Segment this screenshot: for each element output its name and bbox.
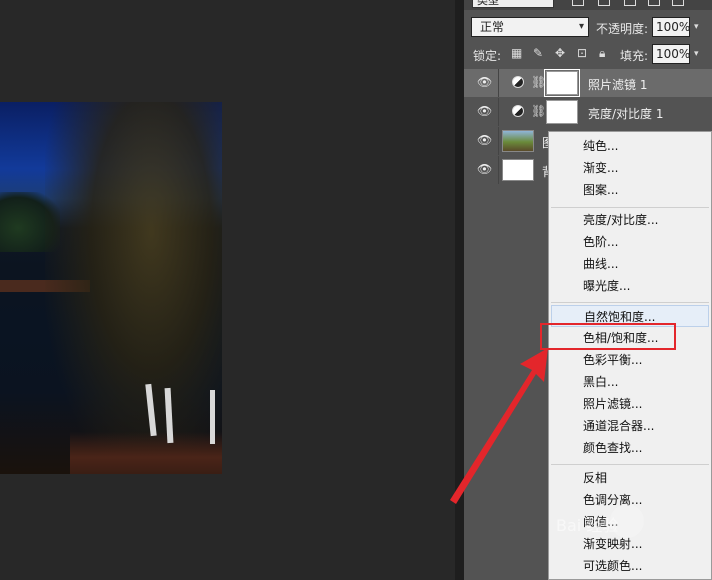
- menu-divider: [551, 464, 709, 465]
- divider: [498, 69, 499, 97]
- artboard-icon[interactable]: ⊡: [577, 47, 589, 59]
- highlight-box: [540, 323, 676, 350]
- eye-icon[interactable]: 👁︎: [477, 134, 492, 146]
- menu-item-solid-color[interactable]: 纯色...: [549, 135, 711, 157]
- opacity-value: 100%: [656, 20, 691, 34]
- adjustment-layer-icon: [512, 105, 524, 117]
- divider: [498, 127, 499, 155]
- fill-input[interactable]: 100%: [652, 44, 690, 64]
- tree-trunk: [210, 390, 215, 444]
- link-icon[interactable]: ⛓︎: [531, 75, 546, 89]
- photo-image: [0, 102, 222, 474]
- opacity-label: 不透明度:: [596, 22, 649, 36]
- link-icon[interactable]: ⛓︎: [531, 104, 546, 118]
- layer-mask-thumbnail[interactable]: [546, 100, 578, 124]
- ground: [70, 432, 222, 474]
- eye-icon[interactable]: 👁︎: [477, 105, 492, 117]
- menu-item-channel-mixer[interactable]: 通道混合器...: [549, 415, 711, 437]
- blend-mode-value: 正常: [480, 20, 505, 34]
- kind-label: 类型: [477, 0, 499, 7]
- menu-item-gradient[interactable]: 渐变...: [549, 157, 711, 179]
- watermark-text: Bai 经验: [556, 516, 619, 535]
- divider: [498, 98, 499, 126]
- menu-item-black-white[interactable]: 黑白...: [549, 371, 711, 393]
- menu-item-selective-color[interactable]: 可选颜色...: [549, 555, 711, 577]
- blend-mode-select[interactable]: 正常 ▾: [471, 17, 589, 37]
- filter-type-icon[interactable]: [624, 0, 636, 6]
- layer-row[interactable]: 👁︎ ⛓︎ 亮度/对比度 1: [464, 98, 712, 126]
- lock-label: 锁定:: [473, 49, 502, 63]
- layer-thumbnail[interactable]: [502, 159, 534, 181]
- layer-mask-thumbnail[interactable]: [544, 69, 580, 97]
- menu-item-exposure[interactable]: 曝光度...: [549, 275, 711, 297]
- menu-divider: [551, 302, 709, 303]
- lock-all-icon[interactable]: 🔒︎: [599, 47, 611, 59]
- opacity-input[interactable]: 100%: [652, 17, 690, 37]
- chevron-down-icon[interactable]: ▾: [694, 49, 699, 59]
- eye-icon[interactable]: 👁︎: [477, 163, 492, 175]
- filter-pixel-icon[interactable]: [572, 0, 584, 6]
- lock-position-icon[interactable]: ✥: [555, 47, 567, 59]
- menu-item-levels[interactable]: 色阶...: [549, 231, 711, 253]
- panel-header: 类型: [464, 0, 712, 10]
- filter-shape-icon[interactable]: [648, 0, 660, 6]
- fill-value: 100%: [656, 47, 691, 61]
- menu-item-invert[interactable]: 反相: [549, 467, 711, 489]
- fill-label: 填充:: [620, 49, 649, 63]
- menu-item-color-balance[interactable]: 色彩平衡...: [549, 349, 711, 371]
- menu-item-photo-filter[interactable]: 照片滤镜...: [549, 393, 711, 415]
- adjustment-layer-icon: [512, 76, 524, 88]
- watermark: Bai 经验: [552, 498, 712, 558]
- menu-item-color-lookup[interactable]: 颜色查找...: [549, 437, 711, 459]
- lock-image-icon[interactable]: ✎: [533, 47, 545, 59]
- layer-name[interactable]: 亮度/对比度 1: [588, 105, 664, 122]
- menu-item-curves[interactable]: 曲线...: [549, 253, 711, 275]
- menu-item-pattern[interactable]: 图案...: [549, 179, 711, 201]
- filter-kind-select[interactable]: 类型: [472, 0, 554, 8]
- menu-item-brightness-contrast[interactable]: 亮度/对比度...: [549, 209, 711, 231]
- lock-transparent-icon[interactable]: ▦: [511, 47, 523, 59]
- foreground-trees: [45, 102, 222, 474]
- layer-name[interactable]: 照片滤镜 1: [588, 76, 647, 93]
- filter-adjust-icon[interactable]: [598, 0, 610, 6]
- document-canvas[interactable]: [0, 0, 455, 580]
- eye-icon[interactable]: 👁︎: [477, 76, 492, 88]
- menu-divider: [551, 207, 709, 208]
- layer-row[interactable]: 👁︎ ⛓︎ 照片滤镜 1: [464, 69, 712, 97]
- layer-thumbnail[interactable]: [502, 130, 534, 152]
- chevron-down-icon[interactable]: ▾: [694, 22, 699, 32]
- red-arrow-icon: [450, 348, 548, 504]
- chevron-down-icon: ▾: [578, 21, 584, 32]
- divider: [498, 156, 499, 184]
- filter-smart-icon[interactable]: [672, 0, 684, 6]
